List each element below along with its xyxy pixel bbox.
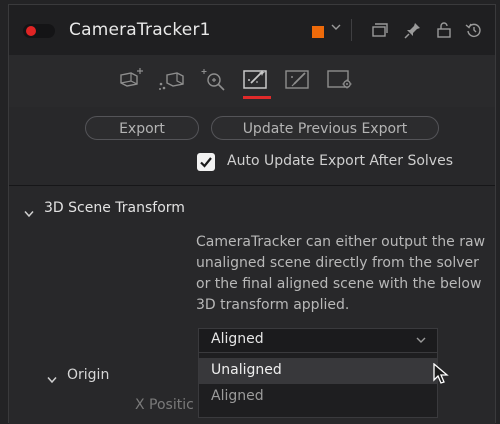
alignment-dropdown[interactable]: Aligned bbox=[198, 328, 438, 352]
tab-track[interactable] bbox=[113, 67, 147, 97]
inspector-tabs bbox=[9, 55, 495, 108]
tab-options[interactable] bbox=[323, 67, 357, 97]
node-enable-toggle[interactable] bbox=[23, 24, 55, 38]
track-tab-icon bbox=[120, 68, 143, 87]
checkmark-icon bbox=[200, 157, 212, 168]
origin-label[interactable]: Origin bbox=[67, 367, 109, 383]
node-color-swatch[interactable] bbox=[312, 26, 324, 38]
section-title[interactable]: 3D Scene Transform bbox=[44, 200, 185, 216]
section-chevron-down-icon[interactable] bbox=[23, 204, 35, 223]
color-chevron-down-icon[interactable] bbox=[330, 21, 342, 36]
tab-edit[interactable] bbox=[281, 67, 315, 97]
dropdown-value: Aligned bbox=[211, 331, 264, 347]
mouse-cursor-icon bbox=[433, 363, 449, 384]
menu-item-label: Aligned bbox=[211, 388, 264, 404]
versions-icon[interactable] bbox=[368, 19, 390, 41]
edit-tab-icon bbox=[285, 70, 309, 89]
dropdown-menu: Unaligned Aligned bbox=[198, 352, 438, 418]
lock-icon[interactable] bbox=[433, 19, 455, 41]
node-header: CameraTracker1 bbox=[9, 5, 495, 56]
export-tab-icon bbox=[243, 70, 267, 89]
auto-update-label: Auto Update Export After Solves bbox=[227, 153, 453, 169]
inspector-panel: CameraTracker1 Export Update Previous Ex… bbox=[8, 4, 496, 424]
origin-chevron-down-icon[interactable] bbox=[46, 370, 58, 389]
solve-tab-icon bbox=[159, 72, 184, 90]
x-position-label: X Positic bbox=[135, 397, 194, 413]
refine-tab-icon bbox=[201, 69, 225, 91]
dropdown-chevron-down-icon bbox=[416, 337, 426, 343]
export-controls: Export Update Previous Export Auto Updat… bbox=[9, 107, 495, 186]
update-previous-export-button[interactable]: Update Previous Export bbox=[211, 116, 439, 140]
tab-export[interactable] bbox=[239, 67, 273, 99]
export-button[interactable]: Export bbox=[85, 116, 199, 140]
active-tab-indicator bbox=[243, 96, 271, 99]
enable-dot bbox=[26, 26, 36, 36]
options-tab-icon bbox=[327, 70, 352, 89]
node-title: CameraTracker1 bbox=[69, 20, 211, 40]
menu-item-unaligned[interactable]: Unaligned bbox=[199, 358, 437, 384]
auto-update-checkbox[interactable] bbox=[197, 153, 215, 171]
tab-refine[interactable] bbox=[197, 67, 231, 97]
menu-item-label: Unaligned bbox=[211, 362, 282, 378]
pin-icon[interactable] bbox=[402, 19, 424, 41]
section-description: CameraTracker can either output the raw … bbox=[196, 234, 486, 313]
tab-solve[interactable] bbox=[155, 67, 189, 97]
menu-item-aligned[interactable]: Aligned bbox=[199, 384, 437, 410]
header-divider bbox=[351, 19, 352, 41]
scene-transform-section: 3D Scene Transform CameraTracker can eit… bbox=[9, 186, 495, 424]
reset-icon[interactable] bbox=[463, 19, 485, 41]
